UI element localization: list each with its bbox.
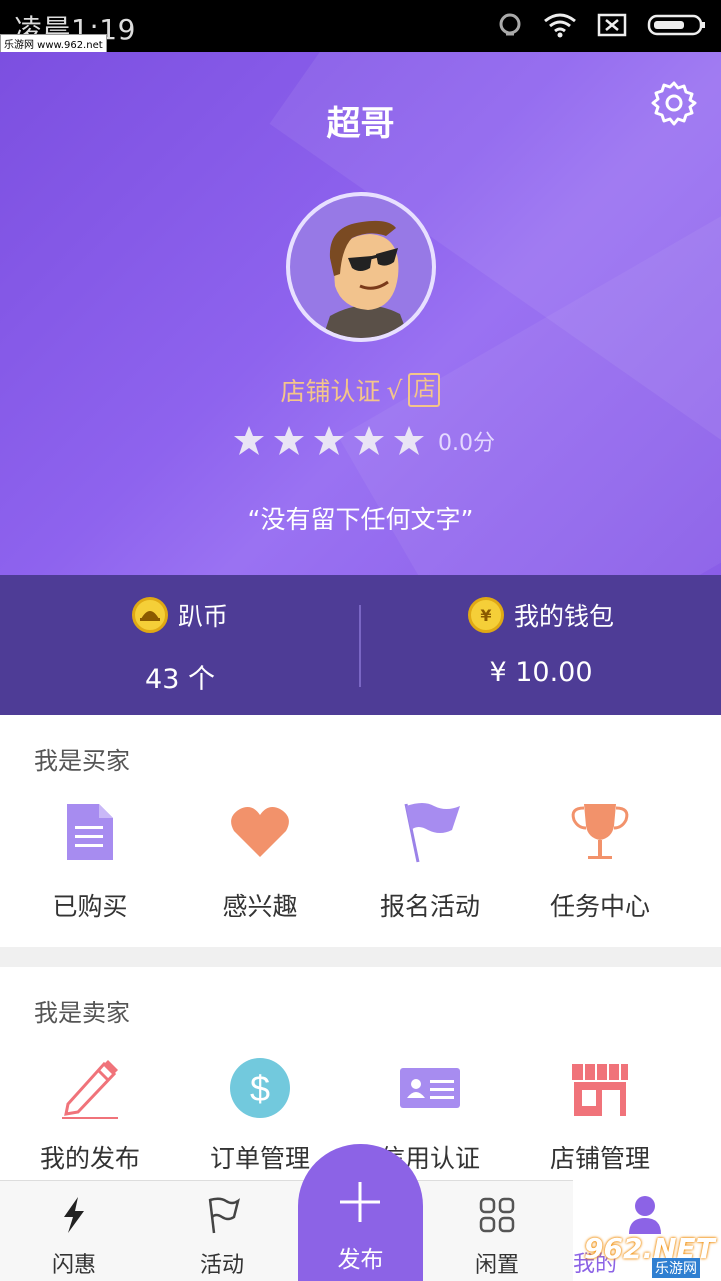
svg-text:$: $ [250, 1068, 270, 1109]
store-management-button[interactable]: 店铺管理 [510, 1049, 690, 1189]
cell-label: 店铺管理 [549, 1144, 650, 1173]
flag-outline-icon [208, 1197, 240, 1234]
nav-item-flash-deals[interactable]: 闪惠 [2, 1181, 146, 1281]
status-bar: 凌晨1:19 乐游网 www.962.net [0, 0, 721, 53]
coins-value: 43 个 [145, 664, 215, 695]
avatar[interactable] [286, 192, 436, 342]
coin-icon [131, 597, 168, 633]
heart-icon [225, 797, 295, 867]
profile-icon [629, 1196, 661, 1234]
cell-label: 感兴趣 [222, 892, 298, 921]
settings-gear-icon[interactable] [651, 80, 697, 126]
wallet-title: ¥ 我的钱包 [361, 597, 721, 633]
cell-label: 任务中心 [549, 892, 650, 921]
buyer-section: 我是买家 已购买 感兴趣 报名活动 任务中心 [0, 715, 721, 947]
rating-row: 0.0分 [232, 424, 495, 458]
document-icon [55, 797, 125, 867]
nav-label: 闪惠 [51, 1253, 96, 1278]
publish-button[interactable]: 发布 [298, 1144, 423, 1281]
avatar-cartoon-icon [290, 196, 432, 338]
stats-bar: 趴币 43 个 ¥ 我的钱包 ¥ 10.00 [0, 575, 721, 715]
star-icon [234, 426, 264, 455]
star-icon [314, 426, 344, 455]
buyer-grid: 已购买 感兴趣 报名活动 任务中心 [0, 797, 721, 937]
rating-score: 0.0分 [438, 431, 495, 456]
flag-icon [395, 797, 465, 867]
coins-title: 趴币 [0, 597, 360, 633]
user-motto: “没有留下任何文字” [247, 505, 474, 534]
brand-sub-text: 乐游网 [652, 1258, 700, 1278]
coins-label: 趴币 [177, 602, 228, 631]
store-badge: 店 [408, 373, 441, 407]
sim-off-icon [597, 13, 627, 37]
interested-button[interactable]: 感兴趣 [170, 797, 350, 937]
cell-label: 我的发布 [39, 1144, 140, 1173]
signal-icon [499, 13, 521, 36]
wifi-icon [544, 13, 576, 38]
star-icon [394, 426, 424, 455]
yen-coin-icon: ¥ [467, 597, 504, 633]
id-card-icon [395, 1053, 465, 1123]
profile-header: 超哥 店铺认证 √ 店 0.0分 “没有留下任何文字” [0, 52, 721, 575]
publish-label: 发布 [337, 1247, 384, 1273]
event-signup-button[interactable]: 报名活动 [340, 797, 520, 937]
wallet-stat[interactable]: ¥ 我的钱包 ¥ 10.00 [361, 575, 721, 715]
nav-item-activities[interactable]: 活动 [150, 1181, 294, 1281]
dollar-icon: $ [225, 1053, 295, 1123]
nav-label: 闲置 [474, 1253, 519, 1278]
nav-label: 活动 [199, 1253, 244, 1278]
battery-icon [647, 14, 705, 36]
purchased-button[interactable]: 已购买 [0, 797, 180, 937]
star-icon [354, 426, 384, 455]
cell-label: 报名活动 [379, 892, 480, 921]
coins-stat[interactable]: 趴币 43 个 [0, 575, 360, 715]
wallet-label: 我的钱包 [513, 602, 614, 631]
my-posts-button[interactable]: 我的发布 [0, 1049, 180, 1189]
page-title: 超哥 [326, 104, 395, 144]
nav-item-idle[interactable]: 闲置 [425, 1181, 569, 1281]
certification-row[interactable]: 店铺认证 √ 店 [0, 372, 721, 408]
status-icons [497, 12, 707, 38]
store-icon [565, 1053, 635, 1123]
watermark-text: 乐游网 www.962.net [0, 34, 107, 53]
wallet-value: ¥ 10.00 [489, 657, 593, 688]
certification-label: 店铺认证 [280, 377, 381, 406]
star-icon [274, 426, 304, 455]
check-mark-icon: √ [386, 375, 403, 405]
task-center-button[interactable]: 任务中心 [510, 797, 690, 937]
trophy-icon [565, 797, 635, 867]
section-title: 我是卖家 [34, 999, 130, 1027]
lightning-icon [64, 1197, 84, 1233]
plus-icon [340, 1182, 380, 1222]
section-title: 我是买家 [34, 747, 130, 775]
cell-label: 已购买 [52, 892, 128, 921]
grid-icon [479, 1197, 515, 1233]
pencil-icon [55, 1053, 125, 1123]
